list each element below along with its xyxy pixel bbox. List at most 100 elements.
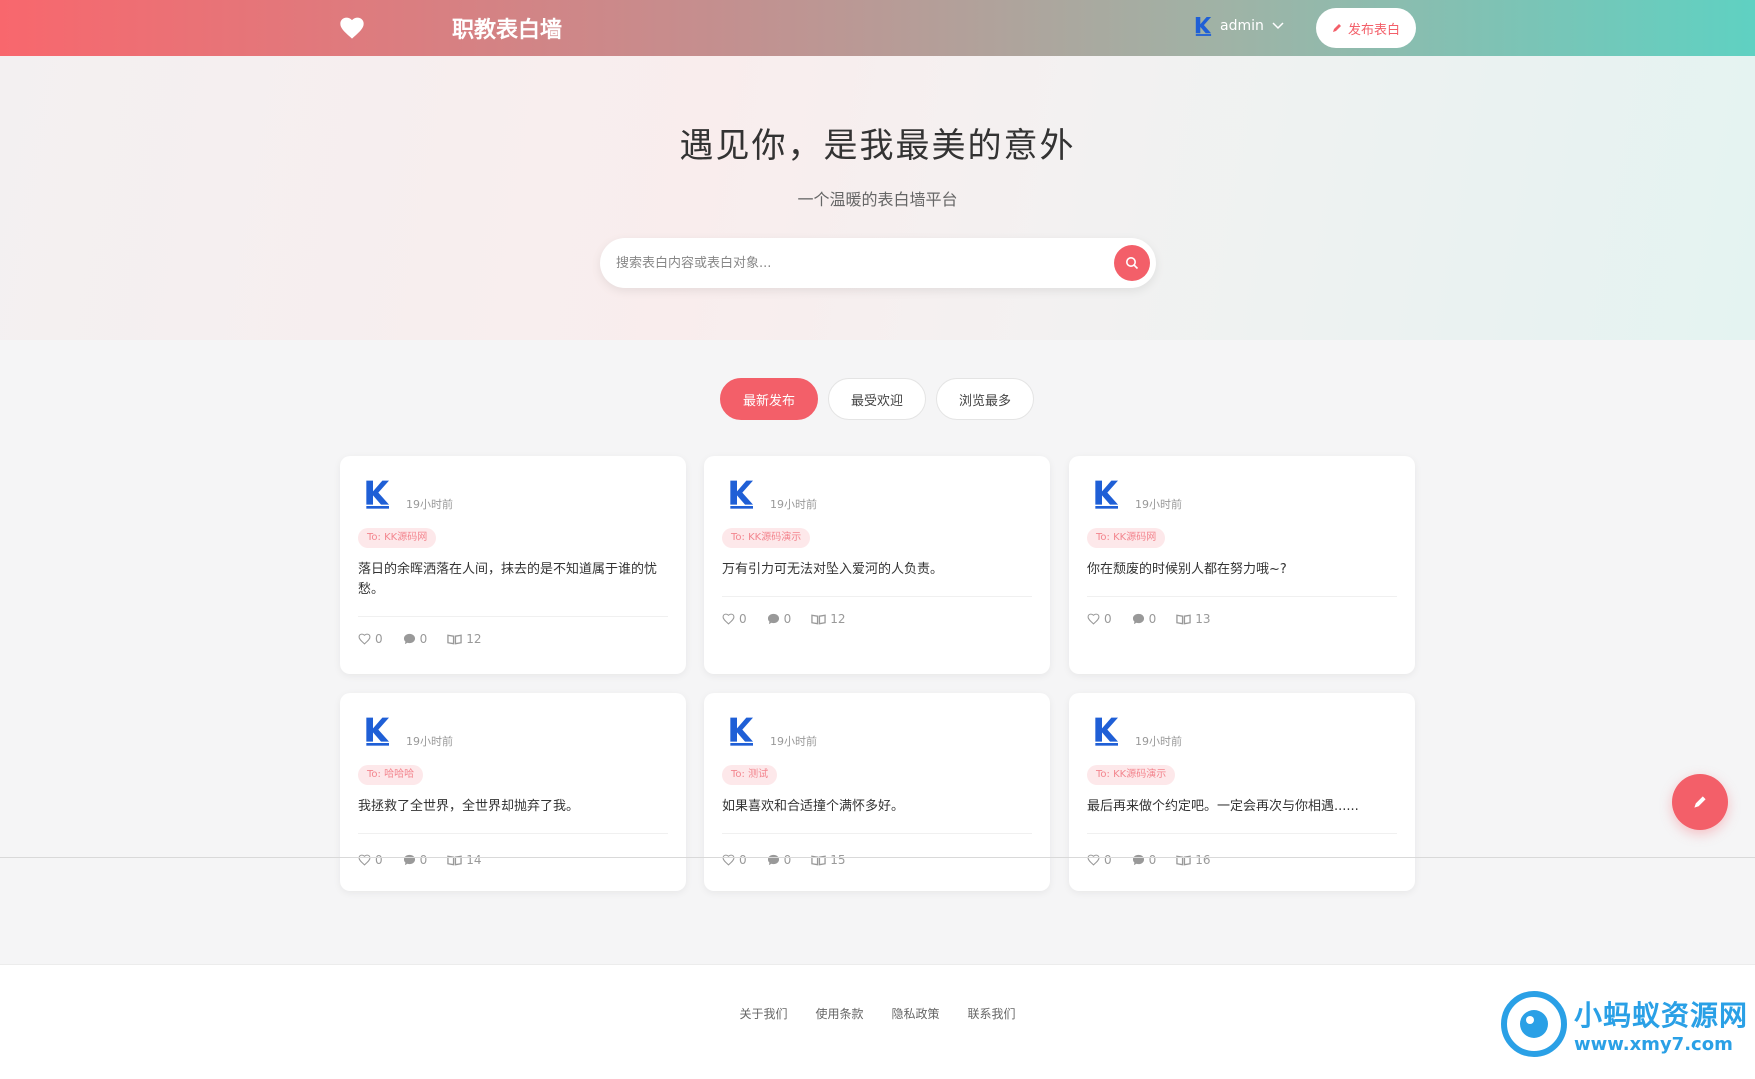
like-button[interactable]: 0 <box>358 853 383 867</box>
recipient-tag[interactable]: To: KK源码网 <box>358 528 437 548</box>
comment-count: 0 <box>419 632 428 646</box>
confession-card[interactable]: 19小时前 To: 测试 如果喜欢和合适撞个满怀多好。 0 0 15 <box>704 693 1050 891</box>
hero-subtitle: 一个温暖的表白墙平台 <box>797 190 958 209</box>
like-button[interactable]: 0 <box>358 632 383 646</box>
site-watermark: 小蚂蚁资源网 www.xmy7.com <box>1500 990 1748 1058</box>
card-divider <box>722 833 1032 834</box>
like-button[interactable]: 0 <box>722 853 747 867</box>
confession-text: 落日的余晖洒落在人间，抹去的是不知道属于谁的忧愁。 <box>358 562 658 597</box>
avatar <box>362 715 394 747</box>
view-count: 13 <box>1195 612 1211 626</box>
post-time: 19小时前 <box>1135 735 1182 748</box>
recipient-tag[interactable]: To: KK源码演示 <box>722 528 811 548</box>
heart-logo-icon[interactable] <box>338 14 366 42</box>
sort-tabs: 最新发布 最受欢迎 浏览最多 <box>720 378 1035 420</box>
comment-count: 0 <box>783 612 792 626</box>
publish-button-label: 发布表白 <box>1347 21 1400 37</box>
card-divider <box>358 616 668 617</box>
top-navbar: 职教表白墙 admin 发布表白 <box>0 0 1755 56</box>
like-button[interactable]: 0 <box>722 612 747 626</box>
confession-text: 如果喜欢和合适撞个满怀多好。 <box>722 799 905 814</box>
tab-latest[interactable]: 最新发布 <box>720 378 819 420</box>
view-count: 16 <box>1195 853 1211 867</box>
post-time: 19小时前 <box>1135 498 1182 511</box>
post-time: 19小时前 <box>406 735 453 748</box>
confession-text: 你在颓废的时候别人都在努力哦~? <box>1087 562 1287 577</box>
heart-icon <box>1087 613 1100 625</box>
like-count: 0 <box>1104 853 1112 867</box>
comment-button[interactable]: 0 <box>1132 853 1157 867</box>
comment-icon <box>767 854 780 866</box>
book-icon <box>447 854 462 866</box>
avatar <box>362 478 394 510</box>
view-count: 12 <box>830 612 846 626</box>
avatar <box>726 478 758 510</box>
heart-icon <box>722 613 735 625</box>
recipient-tag[interactable]: To: 测试 <box>722 765 778 785</box>
view-stat: 12 <box>447 632 482 646</box>
comment-count: 0 <box>1148 853 1157 867</box>
footer-link-privacy[interactable]: 隐私政策 <box>892 1005 940 1022</box>
search-icon <box>1126 257 1139 270</box>
divider-line <box>0 857 1755 858</box>
card-divider <box>1087 833 1397 834</box>
comment-icon <box>403 854 416 866</box>
card-stats: 0 0 12 <box>722 612 846 626</box>
footer-link-contact[interactable]: 联系我们 <box>968 1005 1016 1022</box>
pencil-icon <box>1332 24 1341 32</box>
recipient-tag[interactable]: To: 哈哈哈 <box>358 765 424 785</box>
heart-icon <box>722 854 735 866</box>
watermark-title: 小蚂蚁资源网 <box>1574 998 1749 1032</box>
chevron-down-icon <box>1272 19 1284 33</box>
comment-button[interactable]: 0 <box>767 612 792 626</box>
publish-confession-button[interactable]: 发布表白 <box>1316 8 1416 48</box>
avatar <box>1091 715 1123 747</box>
like-button[interactable]: 0 <box>1087 612 1112 626</box>
tab-popular[interactable]: 最受欢迎 <box>828 378 927 420</box>
like-button[interactable]: 0 <box>1087 853 1112 867</box>
card-divider <box>358 833 668 834</box>
hero-section: 遇见你，是我最美的意外 一个温暖的表白墙平台 <box>0 56 1755 340</box>
comment-count: 0 <box>1148 612 1157 626</box>
comment-icon <box>1132 613 1145 625</box>
card-divider <box>1087 596 1397 597</box>
comment-button[interactable]: 0 <box>1132 612 1157 626</box>
confession-card[interactable]: 19小时前 To: KK源码演示 万有引力可无法对坠入爱河的人负责。 0 0 12 <box>704 456 1050 674</box>
view-count: 12 <box>466 632 482 646</box>
view-stat: 14 <box>447 853 482 867</box>
site-brand[interactable]: 职教表白墙 <box>452 12 562 44</box>
footer-link-about[interactable]: 关于我们 <box>739 1005 787 1022</box>
post-time: 19小时前 <box>770 498 817 511</box>
search-button[interactable] <box>1114 245 1150 281</box>
confession-card[interactable]: 19小时前 To: KK源码网落日的余晖洒落在人间，抹去的是不知道属于谁的忧愁。 0… <box>340 456 686 674</box>
card-stats: 0 0 16 <box>1087 853 1211 867</box>
like-count: 0 <box>739 853 747 867</box>
recipient-tag[interactable]: To: KK源码演示 <box>1087 765 1176 785</box>
floating-publish-button[interactable] <box>1672 774 1728 830</box>
confession-card[interactable]: 19小时前 To: KK源码网你在颓废的时候别人都在努力哦~? 0 0 13 <box>1069 456 1415 674</box>
username-label: admin <box>1220 18 1264 34</box>
comment-button[interactable]: 0 <box>403 853 427 867</box>
footer-link-terms[interactable]: 使用条款 <box>815 1005 863 1022</box>
book-icon <box>811 613 826 625</box>
heart-icon <box>358 633 371 645</box>
recipient-tag[interactable]: To: KK源码网 <box>1087 528 1166 548</box>
view-stat: 12 <box>811 612 846 626</box>
comment-icon <box>1132 854 1145 866</box>
confession-text: 我拯救了全世界，全世界却抛弃了我。 <box>358 799 580 814</box>
book-icon <box>811 854 826 866</box>
search-bar <box>600 238 1156 288</box>
post-time: 19小时前 <box>406 498 453 511</box>
card-stats: 0 0 14 <box>358 853 482 867</box>
comment-button[interactable]: 0 <box>403 632 428 646</box>
comment-button[interactable]: 0 <box>767 853 791 867</box>
post-time: 19小时前 <box>770 735 817 748</box>
confession-text: 最后再来做个约定吧。一定会再次与你相遇...... <box>1087 799 1359 814</box>
confession-card[interactable]: 19小时前 To: KK源码演示最后再来做个约定吧。一定会再次与你相遇......… <box>1069 693 1415 891</box>
confession-card[interactable]: 19小时前 To: 哈哈哈我拯救了全世界，全世界却抛弃了我。 0 0 14 <box>340 693 686 891</box>
user-menu[interactable]: admin <box>1194 15 1284 37</box>
tab-most-viewed[interactable]: 浏览最多 <box>936 378 1035 420</box>
like-count: 0 <box>375 853 383 867</box>
search-input[interactable] <box>616 238 1086 288</box>
card-stats: 0 0 13 <box>1087 612 1211 626</box>
